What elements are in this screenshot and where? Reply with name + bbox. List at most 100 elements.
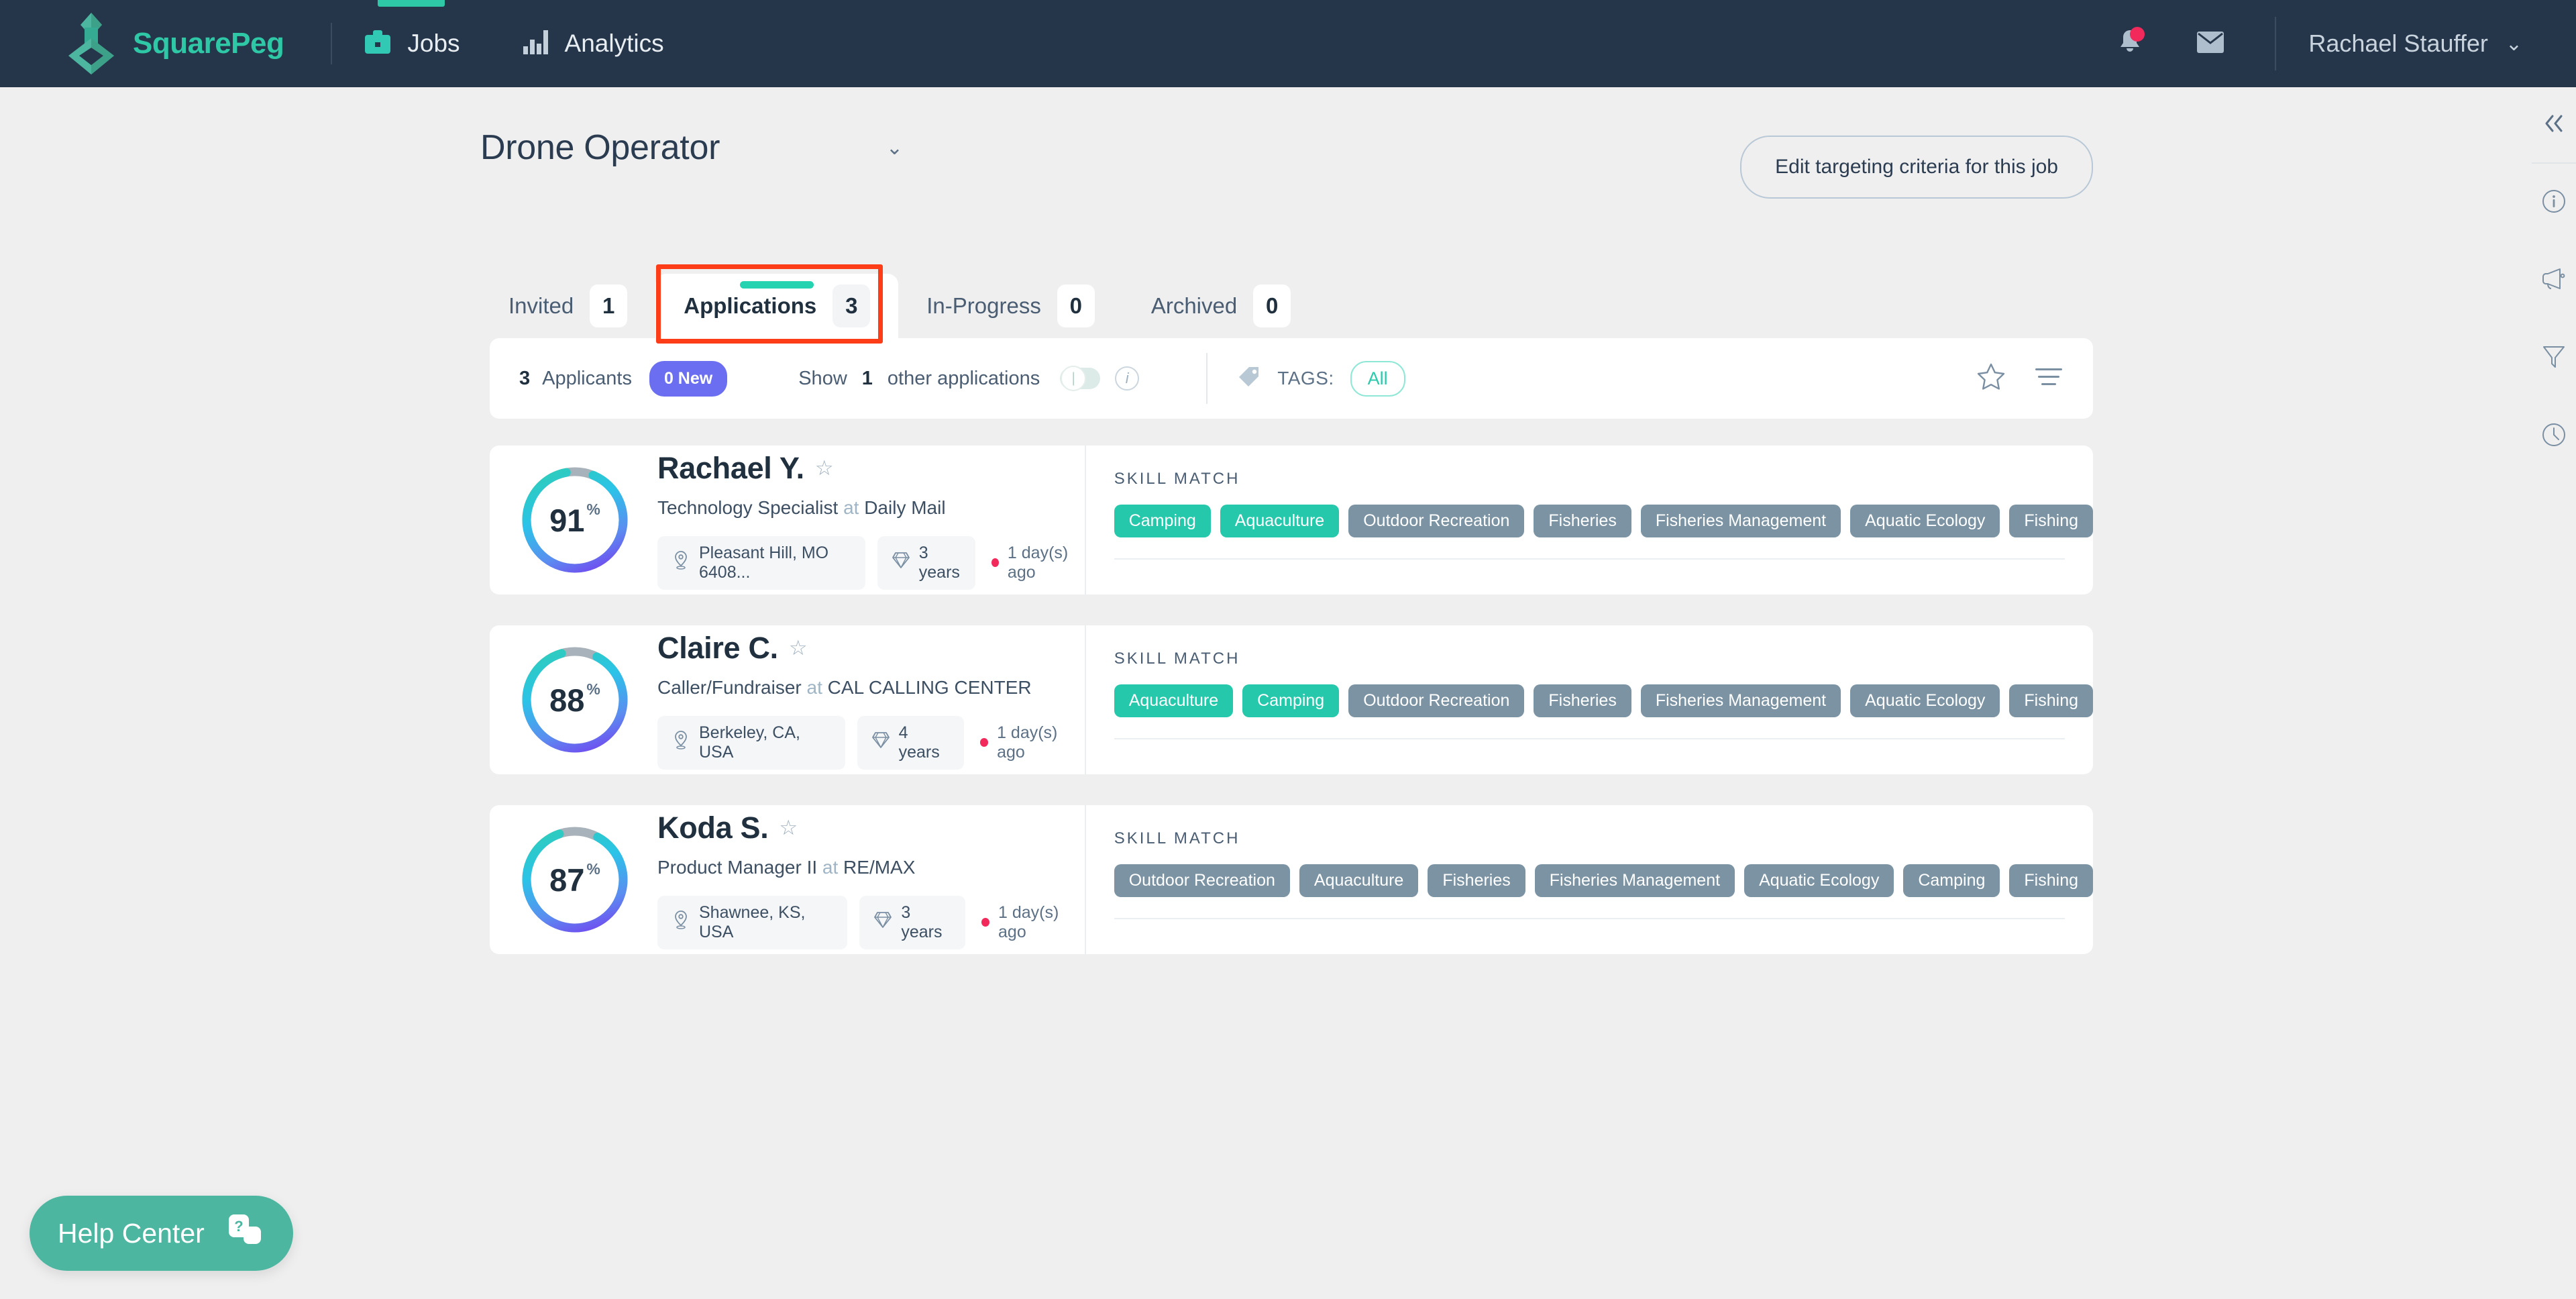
tab-label-invited: Invited	[508, 293, 574, 318]
candidate-location: Shawnee, KS, USA	[699, 902, 806, 941]
skill-tag[interactable]: Fisheries	[1534, 505, 1631, 537]
skill-tag[interactable]: Outdoor Recreation	[1348, 505, 1525, 537]
candidate-card[interactable]: 91 % Rachael Y. ☆ Technology Specialist …	[490, 446, 2093, 594]
candidate-company: CAL CALLING CENTER	[827, 676, 1032, 698]
show-other-applications-toggle[interactable]: |	[1060, 366, 1101, 391]
candidate-experience: 3 years	[918, 543, 960, 582]
notifications-button[interactable]	[2090, 0, 2170, 87]
location-pin-icon	[672, 910, 690, 935]
star-outline-icon[interactable]	[1975, 361, 2007, 397]
tab-archived[interactable]: Archived 0	[1123, 274, 1319, 338]
help-cards-icon: ?	[226, 1213, 265, 1254]
skill-tag[interactable]: Aquaculture	[1299, 864, 1419, 897]
show-prefix-label: Show	[798, 367, 847, 389]
tags-filter-all-pill[interactable]: All	[1350, 360, 1405, 397]
tab-in-progress[interactable]: In-Progress 0	[898, 274, 1123, 338]
skill-tag[interactable]: Aquaculture	[1220, 505, 1340, 537]
skill-tag[interactable]: Outdoor Recreation	[1348, 684, 1525, 717]
match-score-value: 87	[549, 862, 585, 898]
show-other-applications-group: Show 1 other applications | i	[798, 366, 1140, 391]
star-outline-icon[interactable]: ☆	[779, 816, 798, 840]
match-score-ring: 91 %	[521, 466, 629, 574]
collapse-panel-button[interactable]	[2532, 87, 2576, 162]
skill-match-label: SKILL MATCH	[1114, 650, 1240, 668]
skill-tag[interactable]: Aquatic Ecology	[1744, 864, 1894, 897]
skill-tag[interactable]: Aquaculture	[1114, 684, 1234, 717]
skill-tag[interactable]: Fisheries	[1534, 684, 1631, 717]
candidate-profile-section: 88 % Claire C. ☆ Caller/Fundraiser at CA…	[490, 625, 1086, 774]
filter-panel-button[interactable]	[2532, 319, 2576, 397]
candidate-card[interactable]: 88 % Claire C. ☆ Caller/Fundraiser at CA…	[490, 625, 2093, 774]
skill-tag[interactable]: Fisheries Management	[1640, 684, 1841, 717]
candidate-company: RE/MAX	[843, 856, 916, 878]
brand-logo[interactable]: SquarePeg	[64, 11, 284, 76]
info-icon[interactable]: i	[1115, 366, 1140, 391]
help-center-button[interactable]: Help Center ?	[30, 1196, 293, 1271]
candidate-experience: 4 years	[898, 723, 940, 762]
diamond-icon	[892, 551, 910, 574]
applicants-label: Applicants	[542, 367, 632, 389]
match-score-value-group: 87 %	[521, 825, 629, 934]
info-panel-button[interactable]	[2532, 164, 2576, 242]
nav-item-analytics[interactable]: Analytics	[491, 0, 695, 87]
announcements-button[interactable]	[2532, 242, 2576, 319]
candidate-profile-section: 91 % Rachael Y. ☆ Technology Specialist …	[490, 446, 1086, 594]
candidate-applied-label: 1 day(s) ago	[997, 723, 1058, 762]
tab-count-invited: 1	[590, 284, 628, 327]
skill-tag[interactable]: Fishing	[2009, 864, 2093, 897]
candidate-role: Caller/Fundraiser	[657, 676, 802, 698]
candidate-details: Rachael Y. ☆ Technology Specialist at Da…	[657, 451, 1085, 590]
skill-tag-list: Aquaculture Camping Outdoor Recreation F…	[1114, 684, 2093, 717]
candidate-experience-chip: 3 years	[859, 895, 965, 949]
skill-tag[interactable]: Camping	[1114, 505, 1211, 537]
megaphone-icon	[2540, 268, 2567, 294]
right-rail	[2532, 87, 2576, 1299]
new-indicator-dot	[991, 558, 999, 567]
tab-applications[interactable]: Applications 3	[655, 274, 899, 338]
candidate-role: Product Manager II	[657, 856, 818, 878]
skill-tag[interactable]: Camping	[1242, 684, 1340, 717]
toggle-knob: |	[1061, 366, 1087, 391]
skill-tag[interactable]: Fishing	[2009, 505, 2093, 537]
skill-tag[interactable]: Fisheries Management	[1534, 864, 1735, 897]
candidate-name: Rachael Y.	[657, 450, 804, 485]
tag-icon	[1237, 365, 1261, 393]
skill-tag[interactable]: Fisheries Management	[1640, 505, 1841, 537]
toolbar-divider	[1206, 353, 1208, 404]
brand-name: SquarePeg	[133, 27, 284, 60]
new-indicator-dot	[979, 738, 989, 747]
candidate-role-line: Product Manager II at RE/MAX	[657, 857, 1085, 878]
skill-match-label: SKILL MATCH	[1114, 829, 1240, 847]
tab-label-in-progress: In-Progress	[926, 293, 1041, 318]
sort-lines-icon[interactable]	[2034, 365, 2063, 393]
candidate-role-line: Technology Specialist at Daily Mail	[657, 497, 1085, 519]
skill-tag[interactable]: Fisheries	[1428, 864, 1525, 897]
star-outline-icon[interactable]: ☆	[789, 636, 808, 660]
job-selector[interactable]: Drone Operator ⌄	[480, 127, 903, 168]
tab-invited[interactable]: Invited 1	[480, 274, 655, 338]
skill-tag[interactable]: Aquatic Ecology	[1850, 684, 2000, 717]
applicants-toolbar: 3 Applicants 0 New Show 1 other applicat…	[490, 338, 2093, 419]
match-score-value-group: 88 %	[521, 645, 629, 754]
candidate-name: Koda S.	[657, 810, 769, 845]
tab-count-applications: 3	[833, 284, 871, 327]
skill-tag[interactable]: Outdoor Recreation	[1114, 864, 1290, 897]
user-divider	[2275, 17, 2277, 70]
envelope-icon	[2196, 31, 2224, 57]
history-panel-button[interactable]	[2532, 397, 2576, 475]
skill-tag[interactable]: Camping	[1903, 864, 2000, 897]
match-score-percent-sign: %	[586, 860, 600, 878]
role-at-label: at	[843, 497, 859, 518]
nav-label-jobs: Jobs	[407, 30, 460, 57]
messages-button[interactable]	[2170, 0, 2251, 87]
nav-item-jobs[interactable]: Jobs	[332, 0, 490, 87]
candidate-card[interactable]: 87 % Koda S. ☆ Product Manager II at RE/…	[490, 805, 2093, 954]
new-indicator-dot	[981, 918, 990, 927]
star-outline-icon[interactable]: ☆	[815, 456, 834, 480]
skill-tag[interactable]: Fishing	[2009, 684, 2093, 717]
skill-tag[interactable]: Aquatic Ecology	[1850, 505, 2000, 537]
candidate-location-chip: Shawnee, KS, USA	[657, 895, 848, 949]
edit-targeting-criteria-button[interactable]: Edit targeting criteria for this job	[1740, 136, 2093, 199]
user-menu[interactable]: Rachael Stauffer ⌄	[2308, 30, 2522, 58]
match-score-value-group: 91 %	[521, 466, 629, 574]
